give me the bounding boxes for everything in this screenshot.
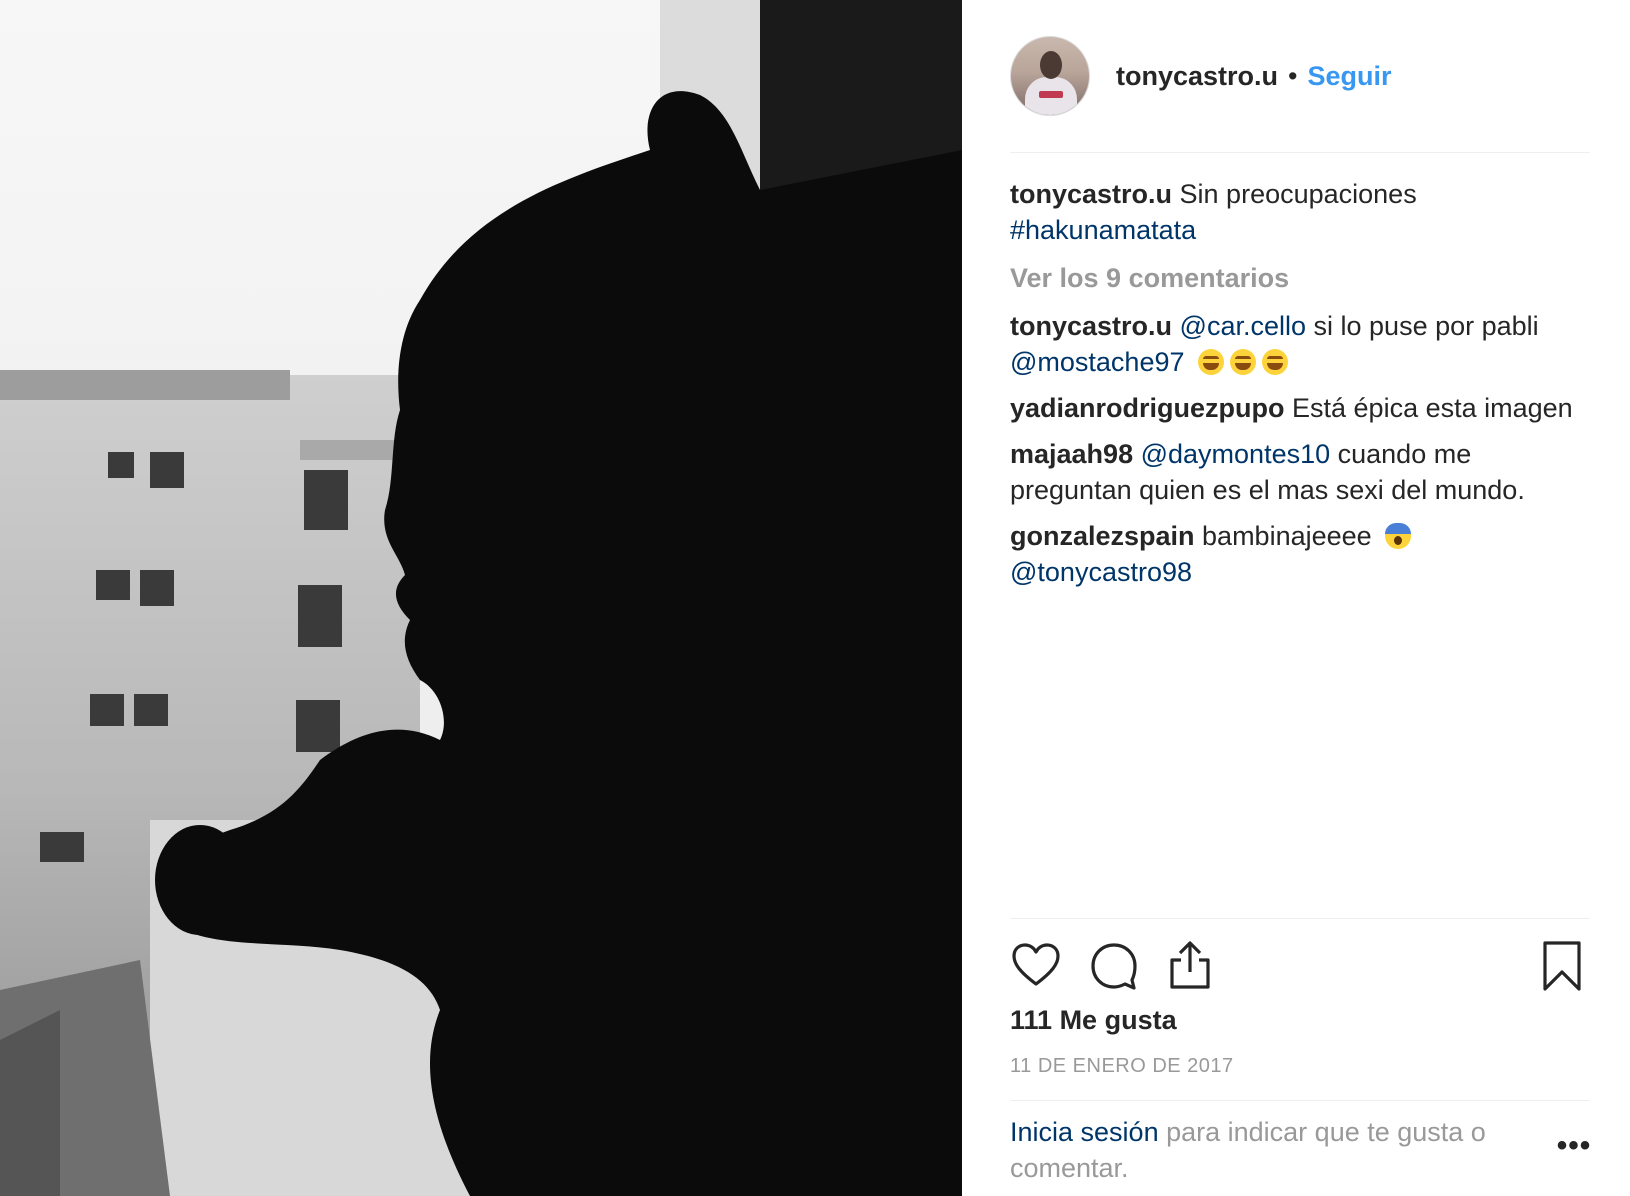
more-options-button[interactable]: ••• xyxy=(1556,1131,1592,1161)
post-details-panel: tonycastro.u • Seguir tonycastro.u Sin p… xyxy=(962,0,1630,1196)
comment-item: tonycastro.u @car.cello si lo puse por p… xyxy=(1010,308,1600,380)
share-icon[interactable] xyxy=(1164,940,1216,992)
comment-item: yadianrodriguezpupo Está épica esta imag… xyxy=(1010,390,1600,426)
joy-emoji-icon xyxy=(1230,349,1257,375)
header-separator: • xyxy=(1288,60,1298,91)
bookmark-icon[interactable] xyxy=(1536,940,1588,992)
comments-section: tonycastro.u Sin preocupaciones #hakunam… xyxy=(1010,176,1600,600)
comment-mention[interactable]: @daymontes10 xyxy=(1141,439,1331,469)
avatar[interactable] xyxy=(1010,36,1090,116)
post-photo[interactable] xyxy=(0,0,962,1196)
photo-silhouette-man-with-pipe xyxy=(0,0,962,1196)
comment-username[interactable]: tonycastro.u xyxy=(1010,311,1172,341)
caption-hashtag[interactable]: #hakunamatata xyxy=(1010,215,1196,245)
header-username[interactable]: tonycastro.u xyxy=(1116,61,1278,92)
action-bar xyxy=(1010,940,1595,994)
comment-item: gonzalezspain bambinajeeee @tonycastro98 xyxy=(1010,518,1600,590)
comment-mention[interactable]: @mostache97 xyxy=(1010,347,1185,377)
footer-divider xyxy=(1010,1100,1590,1101)
fearful-emoji-icon xyxy=(1385,523,1412,549)
actions-divider xyxy=(1010,918,1590,919)
login-link[interactable]: Inicia sesión xyxy=(1010,1117,1159,1147)
caption: tonycastro.u Sin preocupaciones #hakunam… xyxy=(1010,176,1600,248)
like-heart-icon[interactable] xyxy=(1010,940,1062,992)
joy-emoji-icon xyxy=(1262,349,1289,375)
follow-button[interactable]: Seguir xyxy=(1307,61,1391,92)
comment-username[interactable]: gonzalezspain xyxy=(1010,521,1195,551)
post-date: 11 DE ENERO DE 2017 xyxy=(1010,1055,1234,1077)
comment-bubble-icon[interactable] xyxy=(1088,940,1140,992)
comment-mention[interactable]: @car.cello xyxy=(1180,311,1306,341)
caption-username[interactable]: tonycastro.u xyxy=(1010,179,1172,209)
comment-username[interactable]: yadianrodriguezpupo xyxy=(1010,393,1285,423)
likes-count[interactable]: 111 Me gusta xyxy=(1010,1005,1177,1036)
header-divider xyxy=(1010,152,1590,153)
comment-item: majaah98 @daymontes10 cuando me pregunta… xyxy=(1010,436,1600,508)
comment-text: bambinajeeee xyxy=(1194,521,1380,551)
comment-mention[interactable]: @tonycastro98 xyxy=(1010,557,1192,587)
comment-username[interactable]: majaah98 xyxy=(1010,439,1133,469)
post-header: tonycastro.u • Seguir xyxy=(1010,36,1590,116)
view-all-comments-link[interactable]: Ver los 9 comentarios xyxy=(1010,260,1600,296)
joy-emoji-icon xyxy=(1198,349,1225,375)
comment-text: Está épica esta imagen xyxy=(1284,393,1573,423)
login-prompt: Inicia sesión para indicar que te gusta … xyxy=(1010,1114,1530,1186)
caption-text: Sin preocupaciones xyxy=(1172,179,1417,209)
comment-text: si lo puse por pabli xyxy=(1306,311,1539,341)
